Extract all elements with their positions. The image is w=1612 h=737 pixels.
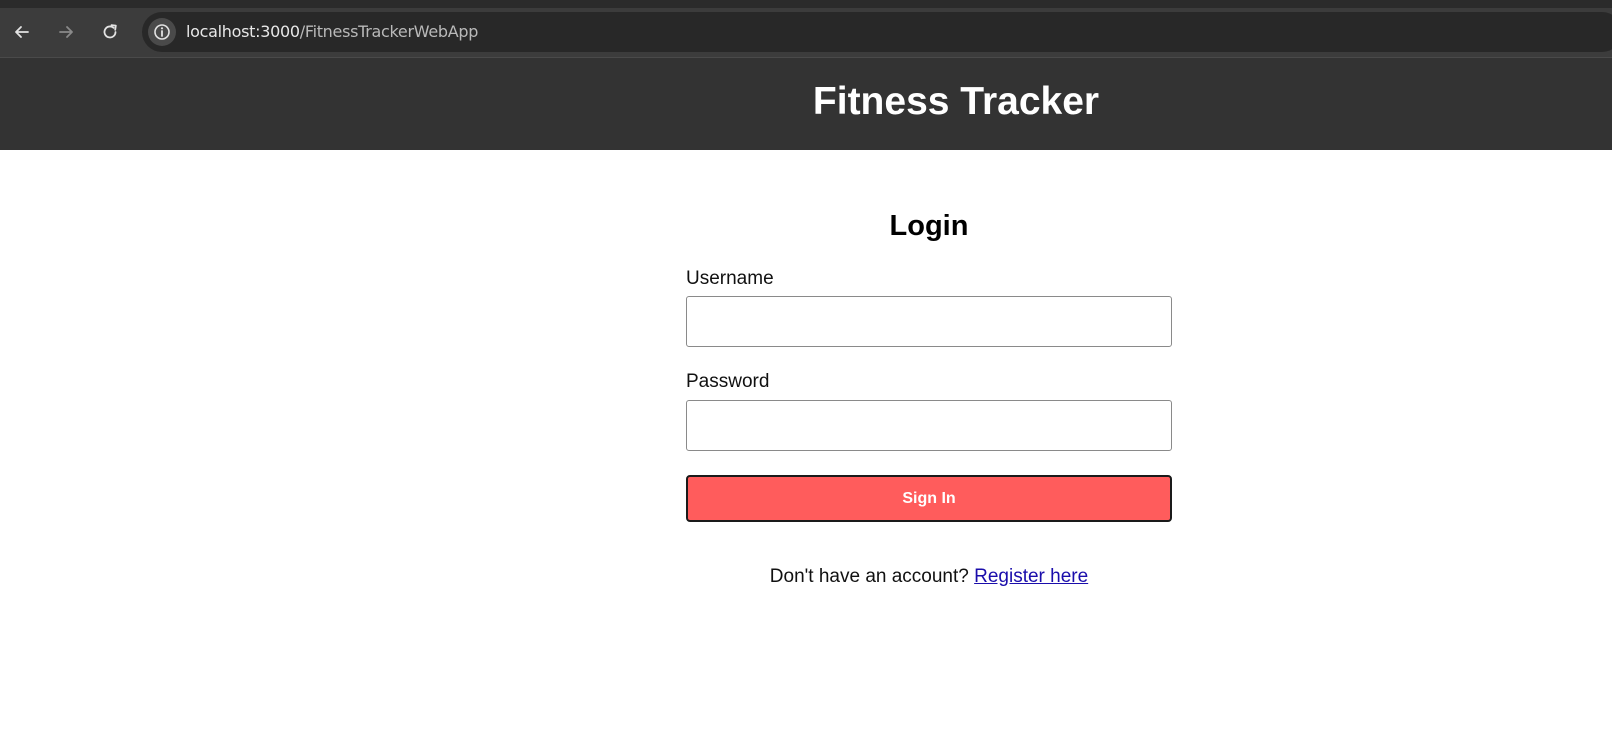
- site-info-button[interactable]: [148, 18, 176, 46]
- browser-toolbar: localhost:3000/FitnessTrackerWebApp: [0, 8, 1612, 58]
- info-icon: [154, 24, 170, 40]
- username-input[interactable]: [686, 296, 1172, 347]
- forward-button[interactable]: [50, 16, 82, 48]
- browser-chrome: localhost:3000/FitnessTrackerWebApp: [0, 0, 1612, 58]
- register-link[interactable]: Register here: [974, 566, 1088, 587]
- register-prompt-text: Don't have an account?: [769, 566, 969, 587]
- url-text[interactable]: localhost:3000/FitnessTrackerWebApp: [186, 22, 478, 41]
- password-input[interactable]: [686, 400, 1172, 451]
- password-label: Password: [686, 371, 770, 392]
- login-heading: Login: [889, 210, 969, 242]
- forward-arrow-icon: [59, 26, 73, 38]
- app-header: Fitness Tracker: [0, 58, 1612, 150]
- app-title: Fitness Tracker: [812, 80, 1100, 123]
- tab-strip: [0, 0, 1612, 8]
- register-prompt: Don't have an account? Register here: [686, 566, 1172, 588]
- url-host: localhost:3000: [186, 22, 300, 41]
- username-label: Username: [686, 268, 774, 289]
- reload-icon: [103, 24, 117, 39]
- url-path: /FitnessTrackerWebApp: [299, 22, 479, 41]
- back-arrow-icon: [15, 26, 29, 38]
- sign-in-button[interactable]: Sign In: [686, 475, 1172, 522]
- back-button[interactable]: [6, 16, 38, 48]
- address-bar[interactable]: localhost:3000/FitnessTrackerWebApp: [142, 12, 1612, 52]
- reload-button[interactable]: [94, 16, 126, 48]
